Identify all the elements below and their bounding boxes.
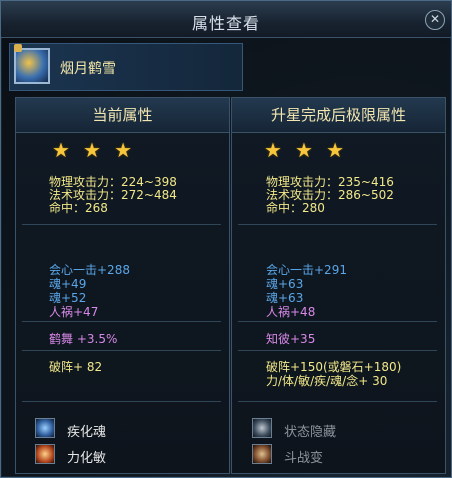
renhuo-stat: 人祸+47 xyxy=(49,305,99,319)
close-icon: ✕ xyxy=(429,12,441,26)
character-name: 烟月鹤雪 xyxy=(60,61,116,77)
pozhen-stat: 破阵+150(或磐石+180) xyxy=(266,360,402,374)
star-icon: ★ xyxy=(52,138,70,162)
max-attributes-panel: 升星完成后极限属性 ★ ★ ★ 物理攻击力：235~416 法术攻击力：286~… xyxy=(231,97,446,474)
attribute-bonus-stat: 力/体/敏/疾/魂/念+ 30 xyxy=(266,374,388,388)
close-button[interactable]: ✕ xyxy=(425,10,445,30)
crit-stat: 会心一击+291 xyxy=(266,263,347,277)
blue-rune-icon xyxy=(35,418,55,438)
character-avatar[interactable] xyxy=(14,44,50,84)
current-attributes-heading: 当前属性 xyxy=(16,98,229,133)
star-icon: ★ xyxy=(264,138,282,162)
character-name-bar: 烟月鹤雪 xyxy=(9,43,243,91)
soul-stat: 魂+52 xyxy=(49,291,87,305)
skill-row[interactable]: 状态隐藏 xyxy=(252,418,432,440)
max-star-rating: ★ ★ ★ xyxy=(264,138,352,162)
divider xyxy=(22,224,221,225)
max-attributes-heading: 升星完成后极限属性 xyxy=(232,98,445,133)
title-bar: 属性查看 ✕ xyxy=(1,1,451,38)
attribute-view-window: 属性查看 ✕ 烟月鹤雪 当前属性 ★ ★ ★ 物理攻击力：224~398 法术攻… xyxy=(0,0,452,478)
pozhen-stat: 破阵+ 82 xyxy=(49,360,103,374)
skill-label: 力化敏 xyxy=(67,451,107,466)
lock-icon xyxy=(14,44,22,52)
star-icon: ★ xyxy=(326,138,344,162)
hit-rate: 命中：268 xyxy=(49,201,108,215)
soul-stat: 魂+63 xyxy=(266,277,304,291)
hewu-stat: 鹤舞 +3.5% xyxy=(49,332,118,346)
divider xyxy=(238,350,437,351)
renhuo-stat: 人祸+48 xyxy=(266,305,316,319)
divider xyxy=(22,321,221,322)
divider xyxy=(238,321,437,322)
star-icon: ★ xyxy=(295,138,313,162)
divider xyxy=(22,401,221,402)
current-star-rating: ★ ★ ★ xyxy=(52,138,140,162)
skill-label: 斗战变 xyxy=(284,451,324,466)
zhibi-stat: 知彼+35 xyxy=(266,332,316,346)
skill-row[interactable]: 疾化魂 xyxy=(35,418,215,440)
skill-row[interactable]: 斗战变 xyxy=(252,444,432,466)
fire-rune-icon xyxy=(35,444,55,464)
ghost-rune-icon xyxy=(252,418,272,438)
soul-stat: 魂+63 xyxy=(266,291,304,305)
skill-row[interactable]: 力化敏 xyxy=(35,444,215,466)
skill-label: 疾化魂 xyxy=(67,425,107,440)
fire-rune-icon xyxy=(252,444,272,464)
divider xyxy=(238,401,437,402)
star-icon: ★ xyxy=(83,138,101,162)
divider xyxy=(238,224,437,225)
window-title: 属性查看 xyxy=(191,14,260,33)
crit-stat: 会心一击+288 xyxy=(49,263,130,277)
skill-label: 状态隐藏 xyxy=(284,425,337,440)
current-attributes-panel: 当前属性 ★ ★ ★ 物理攻击力：224~398 法术攻击力：272~484 命… xyxy=(15,97,230,474)
star-icon: ★ xyxy=(114,138,132,162)
hit-rate: 命中：280 xyxy=(266,201,325,215)
soul-stat: 魂+49 xyxy=(49,277,87,291)
divider xyxy=(22,350,221,351)
